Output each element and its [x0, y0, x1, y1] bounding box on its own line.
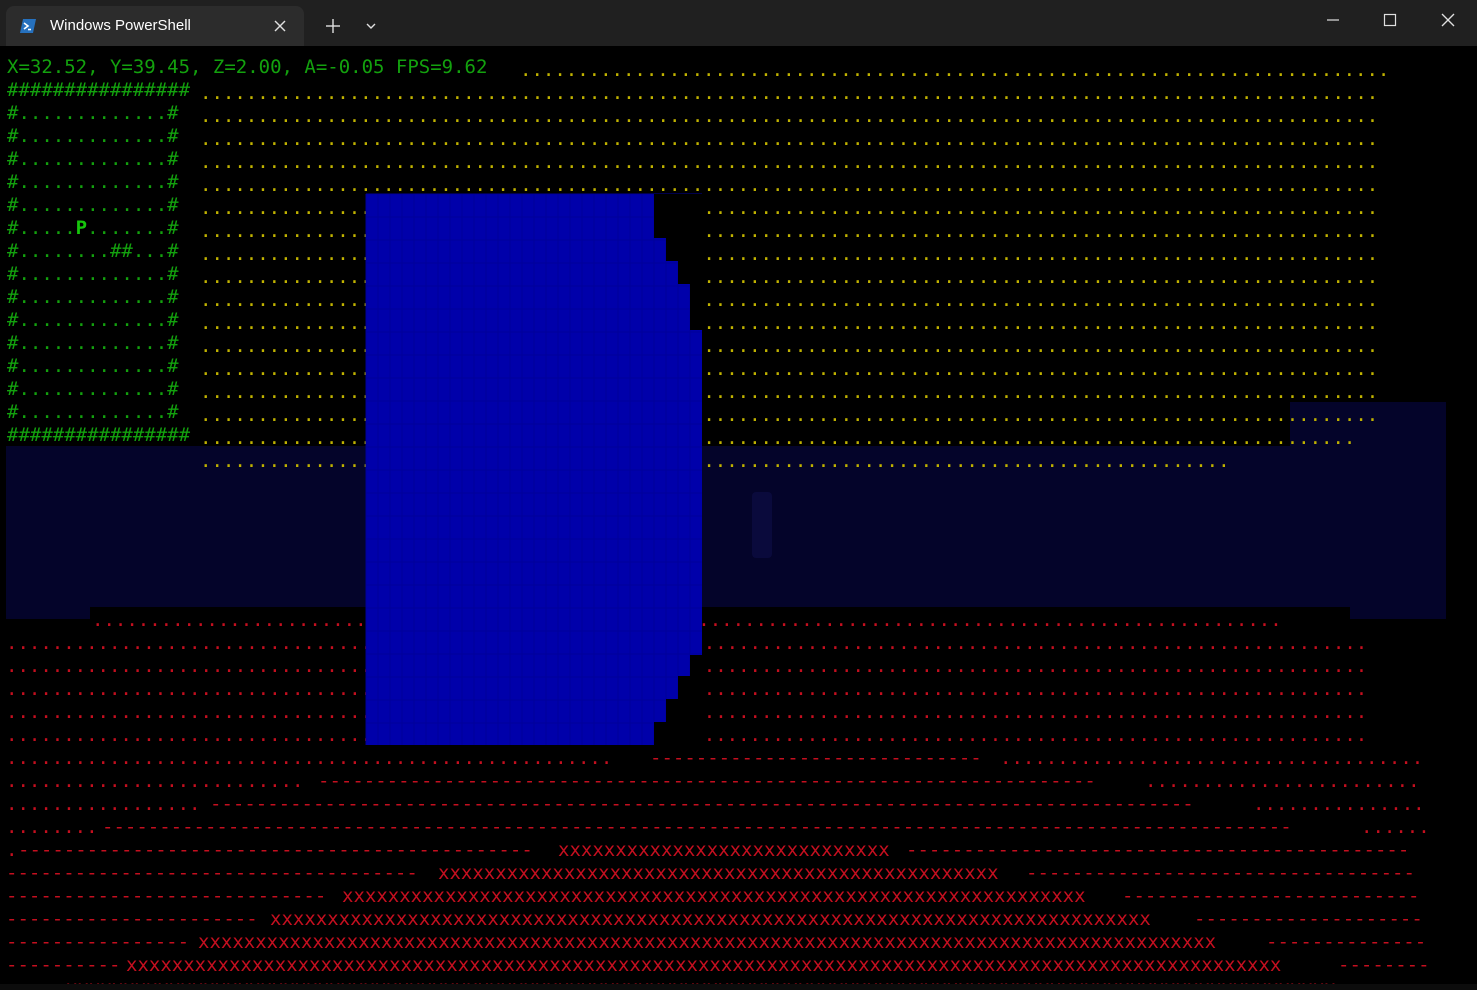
floor-row: --------------	[1266, 931, 1426, 953]
floor-row: xxxxxxxxxxxxxxxxxxxxxxxxxxxxxxxxxxxxxxxx…	[126, 954, 1281, 976]
minimap-row: #.....P.......#	[7, 217, 179, 239]
sky-row: ........................................…	[200, 151, 1378, 173]
wall-edge-mask	[654, 722, 702, 745]
minimap-row: #.............#	[7, 102, 179, 124]
floor-row: ----------------------------	[6, 885, 326, 907]
floor-row: ----------------------------------------…	[102, 816, 1292, 838]
minimap-row: #.............#	[7, 125, 179, 147]
floor-row: -----------------------------	[650, 747, 982, 769]
wall-segment	[366, 307, 690, 330]
sky-row: ........................................…	[200, 450, 1230, 472]
player-marker: P	[75, 217, 88, 239]
floor-row: ......	[1361, 816, 1430, 838]
floor-row: ----------------------------------------…	[18, 839, 533, 861]
floor-row: xxxxxxxxxxxxxxxxxxxxxxxxxxxxxxxxxxxxxxxx…	[438, 862, 999, 884]
wall-edge-mask	[654, 194, 702, 238]
wall-edge-mask	[666, 699, 702, 722]
maximize-icon[interactable]	[1367, 0, 1413, 42]
close-tab-icon[interactable]	[270, 16, 290, 36]
floor-row: xxxxxxxxxxxxxxxxxxxxxxxxxxxxxxxxxxxxxxxx…	[342, 885, 1086, 907]
floor-row: ..........................	[6, 770, 303, 792]
wall-edge-mask	[690, 307, 702, 330]
floor-row: --------------------------	[1122, 885, 1419, 907]
wall-edge-mask	[690, 655, 702, 676]
raycast-scene: ........................................…	[6, 59, 1446, 990]
close-icon[interactable]	[1425, 0, 1471, 42]
floor-row: ----------	[6, 954, 120, 976]
wall-edge-mask	[666, 238, 702, 261]
wall-segment	[366, 699, 666, 722]
floor-row: .................	[6, 793, 200, 815]
floor-row: ...............	[1253, 793, 1425, 815]
distant-pillar	[752, 492, 772, 558]
minimap-row: #.............#	[7, 332, 179, 354]
minimap: ################ #.............# #......…	[7, 79, 190, 447]
minimap-row: #.............#	[7, 171, 179, 193]
floor-row: --------	[1338, 954, 1430, 976]
floor-row: ........................................…	[6, 747, 612, 769]
tab-title: Windows PowerShell	[50, 17, 191, 34]
floor-row: ........................	[1145, 770, 1420, 792]
floor-row: ----------------------	[6, 908, 258, 930]
floor-row: ----------------------------------------…	[210, 793, 1194, 815]
title-bar: Windows PowerShell	[0, 0, 1477, 46]
minimap-row: #.............#	[7, 148, 179, 170]
wall-edge-mask	[678, 676, 702, 699]
wall-segment	[366, 238, 666, 261]
wall-edge-mask	[690, 284, 702, 307]
floor-row: ........	[6, 816, 98, 838]
powershell-icon	[20, 19, 36, 33]
floor-row: xxxxxxxxxxxxxxxxxxxxxxxxxxxxxxxxxxxxxxxx…	[198, 931, 1216, 953]
floor-row: ------------------------------------	[6, 862, 418, 884]
chevron-down-icon[interactable]	[360, 15, 382, 37]
floor-row: ----------------------------------------…	[318, 770, 1096, 792]
floor-row: ----------------	[6, 931, 189, 953]
sky-row: ........................................…	[200, 128, 1378, 150]
minimap-row: #........##...#	[7, 240, 179, 262]
distant-wall-left-base	[6, 607, 90, 619]
minimap-row: #.............#	[7, 401, 179, 423]
distant-wall-right-base	[1350, 607, 1446, 619]
minimap-row: #.............#	[7, 263, 179, 285]
terminal-output[interactable]: ........................................…	[0, 46, 1477, 990]
minimap-row: #.............#	[7, 378, 179, 400]
minimap-row: #.............#	[7, 309, 179, 331]
wall-segment	[366, 284, 690, 307]
wall-edge-mask	[678, 261, 702, 284]
floor-row: xxxxxxxxxxxxxxxxxxxxxxxxxxxxxxxxxxxxxxxx…	[270, 908, 1151, 930]
tab-powershell[interactable]: Windows PowerShell	[6, 6, 304, 46]
sky-row: ........................................…	[200, 82, 1378, 104]
floor-row: --------------------	[1194, 908, 1423, 930]
sky-row: ........................................…	[200, 105, 1378, 127]
status-line: X=32.52, Y=39.45, Z=2.00, A=-0.05 FPS=9.…	[7, 56, 488, 78]
terminal-bottom-edge	[0, 984, 1477, 990]
minimap-rows: #.............# #.............# #.......…	[7, 102, 179, 423]
wall-segment	[366, 655, 690, 676]
minimap-bottom-border: ################	[7, 424, 191, 446]
floor-row: ----------------------------------	[1026, 862, 1415, 884]
sky-row: ........................................…	[520, 59, 1389, 81]
minimap-row: #.............#	[7, 355, 179, 377]
floor-row: ----------------------------------------…	[906, 839, 1409, 861]
minimap-top-border: ################	[7, 79, 191, 101]
sky-row: ........................................…	[200, 174, 1378, 196]
minimap-row: #.............#	[7, 194, 179, 216]
floor-row: .....................................	[1000, 747, 1423, 769]
floor-row: .	[6, 839, 17, 861]
minimap-row: #.............#	[7, 286, 179, 308]
plus-icon[interactable]	[320, 13, 346, 39]
floor-row: xxxxxxxxxxxxxxxxxxxxxxxxxxxxx	[558, 839, 890, 861]
minimize-icon[interactable]	[1310, 0, 1356, 42]
